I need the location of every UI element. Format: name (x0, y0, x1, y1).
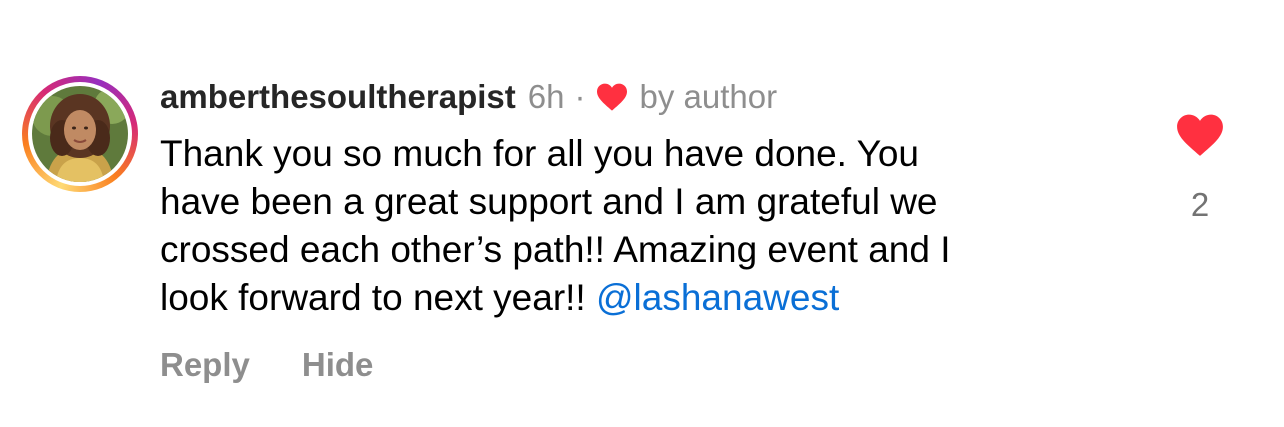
comment-header: amberthesoultherapist 6h · by author (160, 74, 777, 120)
heart-icon[interactable] (1175, 112, 1225, 158)
reply-button[interactable]: Reply (160, 346, 250, 384)
comment-time: 6h (527, 78, 565, 115)
avatar-ring-gap (28, 82, 132, 186)
comment-text: Thank you so much for all you have done.… (160, 130, 1120, 322)
avatar-story-ring[interactable] (22, 76, 138, 192)
comment-line: Thank you so much for all you have done.… (160, 133, 920, 174)
comment-line-last: look forward to next year!! @lashanawest (160, 274, 1120, 322)
comment-actions: Reply Hide (160, 346, 373, 384)
comment-line: crossed each other’s path!! Amazing even… (160, 229, 951, 270)
like-column: 2 (1170, 112, 1230, 224)
mention-link[interactable]: @lashanawest (596, 277, 839, 318)
hide-button[interactable]: Hide (302, 346, 374, 384)
liked-by-author-label: by author (639, 78, 778, 115)
heart-icon (597, 83, 628, 111)
avatar[interactable] (32, 86, 128, 182)
username[interactable]: amberthesoultherapist (160, 78, 516, 116)
separator-dot: · (574, 78, 586, 115)
comment-line: have been a great support and I am grate… (160, 181, 938, 222)
comment-line: look forward to next year!! (160, 277, 596, 318)
like-count[interactable]: 2 (1191, 186, 1209, 224)
